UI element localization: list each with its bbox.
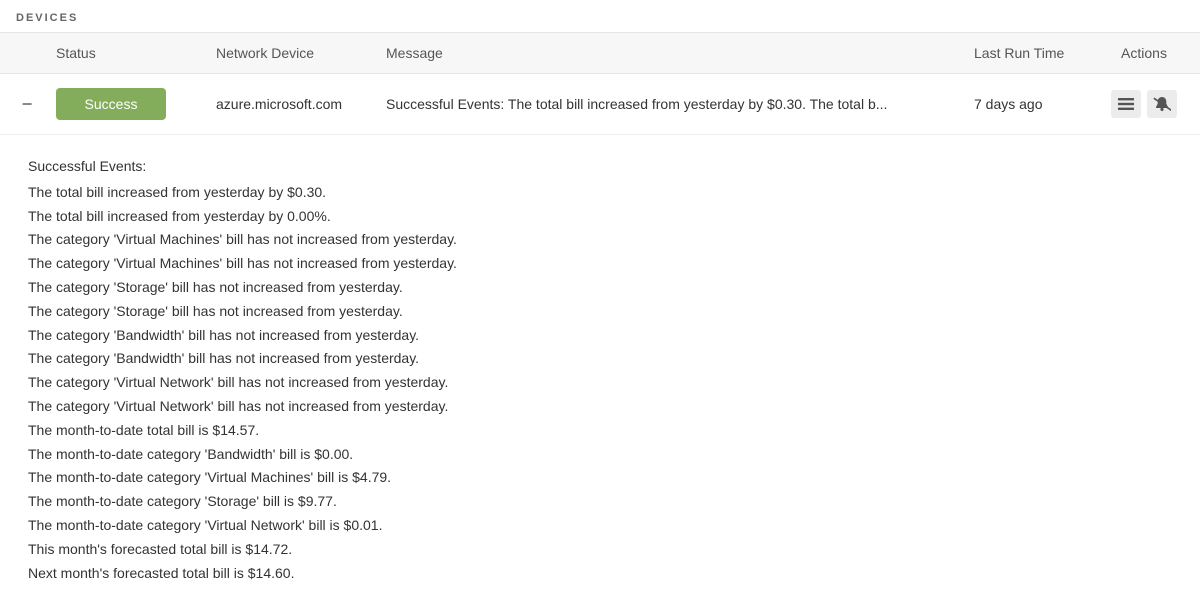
details-title: Successful Events:	[28, 155, 1172, 179]
last-run-time: 7 days ago	[974, 96, 1104, 112]
details-line: The category 'Virtual Machines' bill has…	[28, 252, 1172, 276]
details-line: The category 'Storage' bill has not incr…	[28, 276, 1172, 300]
details-line: The month-to-date category 'Virtual Mach…	[28, 466, 1172, 490]
details-line: The month-to-date category 'Bandwidth' b…	[28, 443, 1172, 467]
device-name: azure.microsoft.com	[216, 96, 386, 112]
list-icon	[1118, 98, 1134, 110]
header-actions: Actions	[1104, 45, 1184, 61]
message-summary: Successful Events: The total bill increa…	[386, 96, 974, 112]
details-line: The category 'Bandwidth' bill has not in…	[28, 324, 1172, 348]
header-last-run: Last Run Time	[974, 45, 1104, 61]
section-title: DEVICES	[0, 0, 1200, 32]
mute-bell-button[interactable]	[1147, 90, 1177, 118]
list-icon-button[interactable]	[1111, 90, 1141, 118]
details-line: The month-to-date total bill is $14.57.	[28, 419, 1172, 443]
bell-slash-icon	[1153, 96, 1171, 112]
expand-toggle[interactable]: −	[16, 93, 38, 115]
header-message: Message	[386, 45, 974, 61]
details-line: The category 'Storage' bill has not incr…	[28, 300, 1172, 324]
details-line: The month-to-date category 'Virtual Netw…	[28, 514, 1172, 538]
details-lines: The total bill increased from yesterday …	[28, 181, 1172, 586]
details-line: The category 'Virtual Machines' bill has…	[28, 228, 1172, 252]
status-badge: Success	[56, 88, 166, 120]
devices-table: Status Network Device Message Last Run T…	[0, 32, 1200, 135]
table-row: − Success azure.microsoft.com Successful…	[0, 74, 1200, 135]
details-line: The category 'Bandwidth' bill has not in…	[28, 347, 1172, 371]
details-line: The month-to-date category 'Storage' bil…	[28, 490, 1172, 514]
details-line: Next month's forecasted total bill is $1…	[28, 562, 1172, 586]
row-details: Successful Events: The total bill increa…	[0, 135, 1200, 605]
details-line: This month's forecasted total bill is $1…	[28, 538, 1172, 562]
header-device: Network Device	[216, 45, 386, 61]
header-status: Status	[56, 45, 216, 61]
details-line: The category 'Virtual Network' bill has …	[28, 395, 1172, 419]
table-header-row: Status Network Device Message Last Run T…	[0, 32, 1200, 74]
details-line: The total bill increased from yesterday …	[28, 205, 1172, 229]
details-line: The total bill increased from yesterday …	[28, 181, 1172, 205]
details-line: The category 'Virtual Network' bill has …	[28, 371, 1172, 395]
